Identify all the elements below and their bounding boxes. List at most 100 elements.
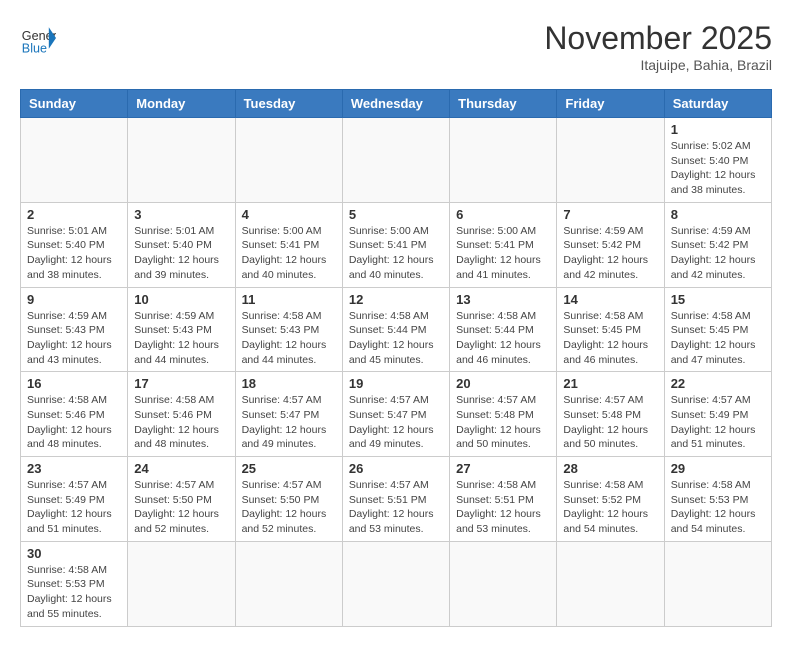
calendar-week-5: 30Sunrise: 4:58 AM Sunset: 5:53 PM Dayli… [21,541,772,626]
calendar-cell: 29 Sunrise: 4:58 AM Sunset: 5:53 PM Dayli… [664,457,771,542]
day-info: Sunrise: 4:58 AM Sunset: 5:44 PM Dayligh… [456,309,550,368]
calendar-cell: 3 Sunrise: 5:01 AM Sunset: 5:40 PM Daylig… [128,202,235,287]
day-number: 25 [242,461,336,476]
calendar-cell: 1Sunrise: 5:02 AM Sunset: 5:40 PM Daylig… [664,118,771,203]
day-info: Sunrise: 4:57 AM Sunset: 5:50 PM Dayligh… [242,478,336,537]
calendar-cell: 21 Sunrise: 4:57 AM Sunset: 5:48 PM Dayli… [557,372,664,457]
day-number: 24 [134,461,228,476]
day-number: 21 [563,376,657,391]
day-number: 17 [134,376,228,391]
calendar-cell: 22Sunrise: 4:57 AM Sunset: 5:49 PM Dayli… [664,372,771,457]
day-number: 16 [27,376,121,391]
location: Itajuipe, Bahia, Brazil [544,57,772,73]
calendar-cell [664,541,771,626]
calendar-week-2: 9 Sunrise: 4:59 AM Sunset: 5:43 PM Daylig… [21,287,772,372]
calendar-cell: 17 Sunrise: 4:58 AM Sunset: 5:46 PM Dayli… [128,372,235,457]
calendar-cell: 2 Sunrise: 5:01 AM Sunset: 5:40 PM Daylig… [21,202,128,287]
calendar: SundayMondayTuesdayWednesdayThursdayFrid… [20,89,772,627]
day-info: Sunrise: 4:59 AM Sunset: 5:43 PM Dayligh… [134,309,228,368]
day-info: Sunrise: 4:59 AM Sunset: 5:42 PM Dayligh… [671,224,765,283]
day-number: 8 [671,207,765,222]
day-number: 6 [456,207,550,222]
calendar-cell: 15 Sunrise: 4:58 AM Sunset: 5:45 PM Dayli… [664,287,771,372]
day-info: Sunrise: 4:57 AM Sunset: 5:48 PM Dayligh… [563,393,657,452]
day-info: Sunrise: 4:57 AM Sunset: 5:51 PM Dayligh… [349,478,443,537]
day-info: Sunrise: 4:58 AM Sunset: 5:45 PM Dayligh… [671,309,765,368]
day-number: 14 [563,292,657,307]
day-number: 29 [671,461,765,476]
calendar-cell: 18Sunrise: 4:57 AM Sunset: 5:47 PM Dayli… [235,372,342,457]
calendar-cell: 13 Sunrise: 4:58 AM Sunset: 5:44 PM Dayli… [450,287,557,372]
day-number: 13 [456,292,550,307]
calendar-cell: 28 Sunrise: 4:58 AM Sunset: 5:52 PM Dayli… [557,457,664,542]
calendar-cell: 6 Sunrise: 5:00 AM Sunset: 5:41 PM Daylig… [450,202,557,287]
day-info: Sunrise: 4:57 AM Sunset: 5:48 PM Dayligh… [456,393,550,452]
day-number: 22 [671,376,765,391]
day-info: Sunrise: 4:58 AM Sunset: 5:46 PM Dayligh… [134,393,228,452]
calendar-cell [342,541,449,626]
day-header-saturday: Saturday [664,90,771,118]
day-header-thursday: Thursday [450,90,557,118]
day-number: 7 [563,207,657,222]
calendar-cell: 16 Sunrise: 4:58 AM Sunset: 5:46 PM Dayli… [21,372,128,457]
calendar-cell: 8 Sunrise: 4:59 AM Sunset: 5:42 PM Daylig… [664,202,771,287]
calendar-cell: 23 Sunrise: 4:57 AM Sunset: 5:49 PM Dayli… [21,457,128,542]
day-info: Sunrise: 4:59 AM Sunset: 5:42 PM Dayligh… [563,224,657,283]
day-info: Sunrise: 5:00 AM Sunset: 5:41 PM Dayligh… [242,224,336,283]
svg-text:Blue: Blue [22,41,47,55]
calendar-header-row: SundayMondayTuesdayWednesdayThursdayFrid… [21,90,772,118]
day-number: 20 [456,376,550,391]
calendar-cell: 5 Sunrise: 5:00 AM Sunset: 5:41 PM Daylig… [342,202,449,287]
day-number: 15 [671,292,765,307]
day-header-friday: Friday [557,90,664,118]
day-number: 28 [563,461,657,476]
calendar-cell: 7 Sunrise: 4:59 AM Sunset: 5:42 PM Daylig… [557,202,664,287]
calendar-body: 1Sunrise: 5:02 AM Sunset: 5:40 PM Daylig… [21,118,772,627]
calendar-cell: 25 Sunrise: 4:57 AM Sunset: 5:50 PM Dayli… [235,457,342,542]
calendar-week-4: 23 Sunrise: 4:57 AM Sunset: 5:49 PM Dayli… [21,457,772,542]
day-number: 9 [27,292,121,307]
day-info: Sunrise: 4:57 AM Sunset: 5:50 PM Dayligh… [134,478,228,537]
day-info: Sunrise: 4:58 AM Sunset: 5:51 PM Dayligh… [456,478,550,537]
calendar-cell [557,541,664,626]
day-number: 26 [349,461,443,476]
calendar-cell: 24 Sunrise: 4:57 AM Sunset: 5:50 PM Dayli… [128,457,235,542]
day-info: Sunrise: 4:58 AM Sunset: 5:46 PM Dayligh… [27,393,121,452]
day-number: 18 [242,376,336,391]
calendar-cell: 12Sunrise: 4:58 AM Sunset: 5:44 PM Dayli… [342,287,449,372]
calendar-cell: 26 Sunrise: 4:57 AM Sunset: 5:51 PM Dayli… [342,457,449,542]
day-number: 3 [134,207,228,222]
day-header-wednesday: Wednesday [342,90,449,118]
day-info: Sunrise: 5:01 AM Sunset: 5:40 PM Dayligh… [27,224,121,283]
day-header-tuesday: Tuesday [235,90,342,118]
title-area: November 2025 Itajuipe, Bahia, Brazil [544,20,772,73]
day-info: Sunrise: 4:58 AM Sunset: 5:43 PM Dayligh… [242,309,336,368]
day-number: 23 [27,461,121,476]
calendar-cell [128,541,235,626]
calendar-cell [235,118,342,203]
day-number: 5 [349,207,443,222]
header: General Blue November 2025 Itajuipe, Bah… [20,20,772,73]
day-info: Sunrise: 5:01 AM Sunset: 5:40 PM Dayligh… [134,224,228,283]
day-info: Sunrise: 4:57 AM Sunset: 5:47 PM Dayligh… [349,393,443,452]
calendar-cell: 9Sunrise: 4:59 AM Sunset: 5:43 PM Daylig… [21,287,128,372]
calendar-cell [342,118,449,203]
day-info: Sunrise: 5:00 AM Sunset: 5:41 PM Dayligh… [349,224,443,283]
day-info: Sunrise: 4:57 AM Sunset: 5:49 PM Dayligh… [27,478,121,537]
day-info: Sunrise: 4:58 AM Sunset: 5:44 PM Dayligh… [349,309,443,368]
day-info: Sunrise: 4:58 AM Sunset: 5:53 PM Dayligh… [671,478,765,537]
day-number: 10 [134,292,228,307]
calendar-cell [557,118,664,203]
day-number: 27 [456,461,550,476]
calendar-cell: 20 Sunrise: 4:57 AM Sunset: 5:48 PM Dayli… [450,372,557,457]
calendar-cell: 30Sunrise: 4:58 AM Sunset: 5:53 PM Dayli… [21,541,128,626]
day-number: 2 [27,207,121,222]
calendar-cell: 27 Sunrise: 4:58 AM Sunset: 5:51 PM Dayli… [450,457,557,542]
day-info: Sunrise: 5:00 AM Sunset: 5:41 PM Dayligh… [456,224,550,283]
calendar-week-3: 16 Sunrise: 4:58 AM Sunset: 5:46 PM Dayli… [21,372,772,457]
day-header-sunday: Sunday [21,90,128,118]
day-number: 1 [671,122,765,137]
day-info: Sunrise: 4:58 AM Sunset: 5:53 PM Dayligh… [27,563,121,622]
day-info: Sunrise: 4:58 AM Sunset: 5:52 PM Dayligh… [563,478,657,537]
month-title: November 2025 [544,20,772,57]
